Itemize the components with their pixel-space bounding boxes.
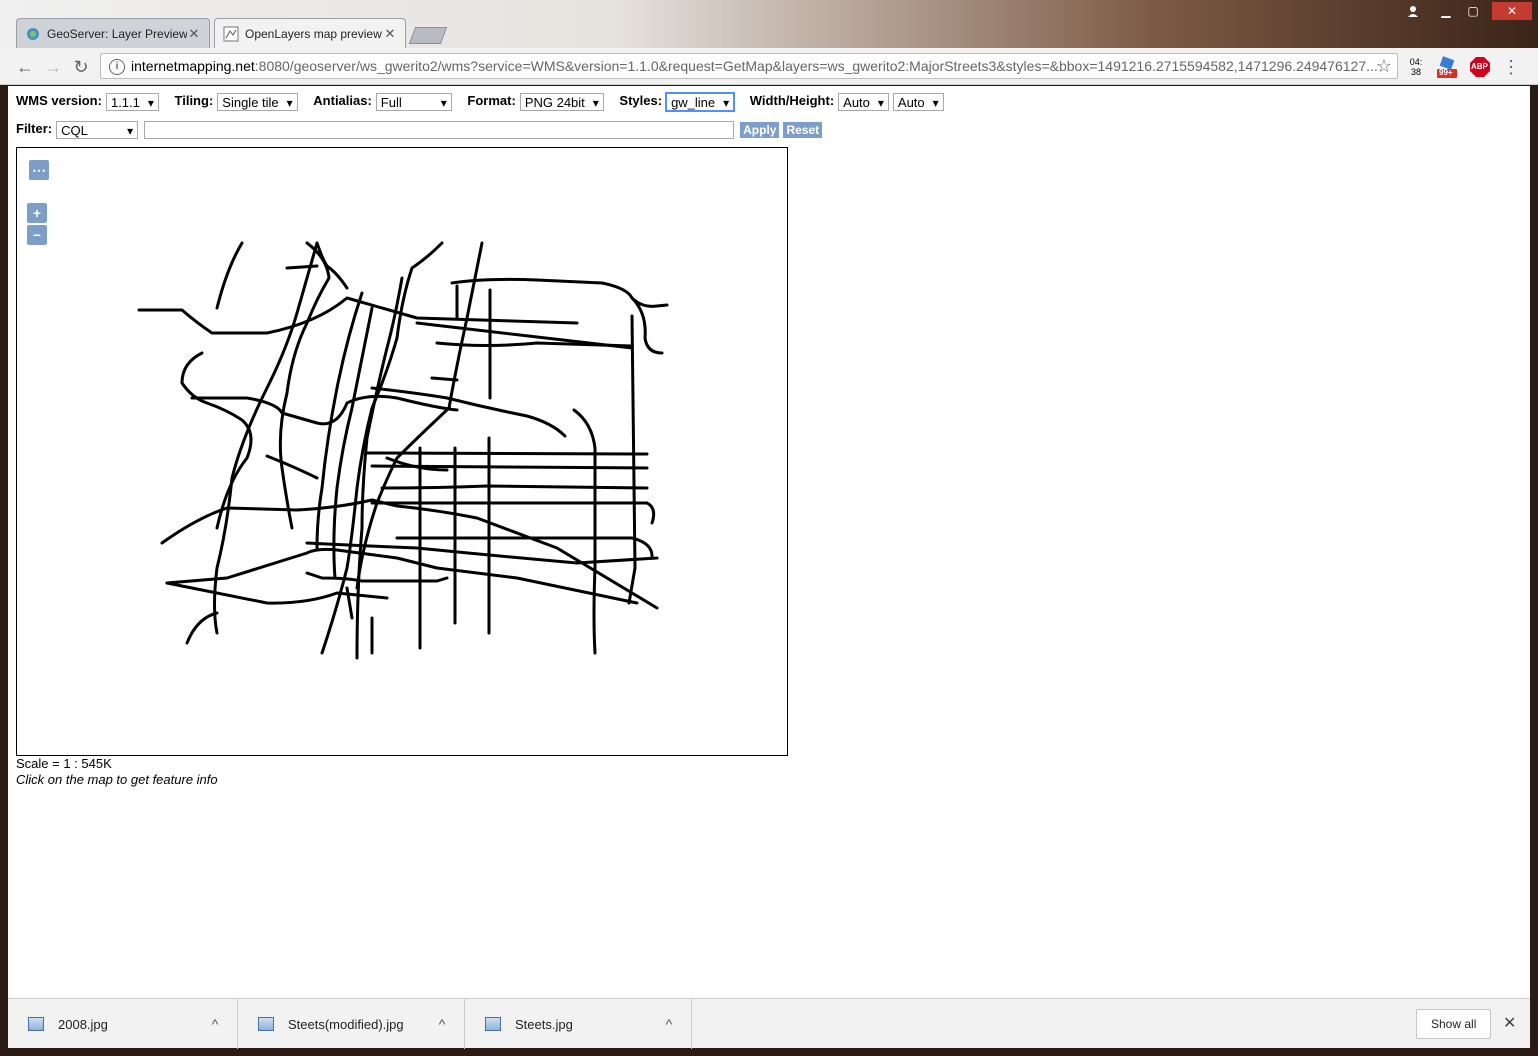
- geoserver-icon: [25, 26, 41, 42]
- extension-badge: 99+: [1439, 68, 1453, 77]
- image-file-icon: [258, 1017, 274, 1031]
- filter-input[interactable]: [144, 121, 735, 139]
- reload-icon[interactable]: ↻: [70, 56, 92, 78]
- image-file-icon: [485, 1017, 501, 1031]
- address-bar[interactable]: i internetmapping.net:8080/geoserver/ws_g…: [100, 53, 1398, 79]
- download-item[interactable]: 2008.jpg ^: [8, 999, 238, 1049]
- format-select[interactable]: PNG 24bit: [519, 93, 604, 112]
- download-item[interactable]: Steets(modified).jpg ^: [238, 999, 465, 1049]
- filter-type-select[interactable]: CQL: [56, 121, 139, 140]
- tab-label: GeoServer: Layer Preview: [47, 26, 187, 41]
- download-filename: 2008.jpg: [58, 1016, 108, 1032]
- browser-toolbar: ← → ↻ i internetmapping.net:8080/geoserve…: [0, 48, 1538, 85]
- download-filename: Steets(modified).jpg: [288, 1016, 404, 1032]
- page-content: WMS version:1.1.1 Tiling:Single tile Ant…: [8, 86, 1530, 998]
- wms-version-select[interactable]: 1.1.1: [105, 93, 159, 112]
- new-tab-button[interactable]: [408, 27, 448, 44]
- forward-icon[interactable]: →: [42, 56, 64, 78]
- extension-icon[interactable]: 99+: [1436, 56, 1458, 78]
- chevron-up-icon[interactable]: ^: [659, 1016, 679, 1032]
- wms-version-label: WMS version:: [16, 93, 102, 109]
- map-viewport[interactable]: ⋯ + −: [16, 147, 788, 756]
- height-select[interactable]: Auto: [892, 93, 944, 112]
- tab-openlayers-map-preview[interactable]: OpenLayers map preview ✕: [214, 18, 406, 48]
- close-icon[interactable]: ✕: [187, 26, 201, 42]
- adblock-icon[interactable]: ABP: [1469, 56, 1491, 78]
- chevron-up-icon[interactable]: ^: [205, 1016, 225, 1032]
- feature-info-hint: Click on the map to get feature info: [16, 772, 218, 787]
- format-label: Format:: [467, 93, 516, 109]
- options-row: WMS version:1.1.1 Tiling:Single tile Ant…: [16, 92, 956, 112]
- width-height-label: Width/Height:: [749, 93, 835, 109]
- download-filename: Steets.jpg: [515, 1016, 573, 1032]
- chevron-up-icon[interactable]: ^: [432, 1016, 452, 1032]
- minimize-icon[interactable]: ▁: [1433, 2, 1459, 20]
- profile-icon[interactable]: [1400, 2, 1426, 20]
- scale-text: Scale = 1 : 545K: [16, 756, 112, 771]
- styles-label: Styles:: [619, 93, 663, 109]
- download-item[interactable]: Steets.jpg ^: [465, 999, 692, 1049]
- width-select[interactable]: Auto: [838, 93, 889, 112]
- filter-label: Filter:: [16, 121, 53, 137]
- title-bar: GeoServer: Layer Preview ✕ OpenLayers ma…: [0, 0, 1538, 48]
- download-shelf: 2008.jpg ^ Steets(modified).jpg ^ Steets…: [8, 998, 1530, 1049]
- apply-button[interactable]: Apply: [740, 122, 780, 138]
- filter-row: Filter:CQL ApplyReset: [16, 121, 826, 140]
- tiling-select[interactable]: Single tile: [217, 93, 298, 112]
- close-icon[interactable]: ✕: [1503, 1013, 1516, 1033]
- street-layer: [137, 241, 669, 660]
- url-path: :8080/geoserver/ws_gwerito2/wms?service=…: [254, 58, 1378, 74]
- info-icon[interactable]: i: [109, 59, 125, 76]
- menu-icon[interactable]: ⋮: [1500, 56, 1522, 78]
- star-icon[interactable]: ☆: [1373, 55, 1395, 77]
- close-icon[interactable]: ✕: [383, 26, 397, 42]
- close-window-icon[interactable]: ✕: [1492, 2, 1532, 20]
- maximize-icon[interactable]: ▢: [1460, 2, 1486, 20]
- styles-select[interactable]: gw_line: [665, 92, 736, 112]
- tiling-label: Tiling:: [174, 93, 214, 109]
- reset-button[interactable]: Reset: [783, 122, 823, 138]
- tab-geoserver-layer-preview[interactable]: GeoServer: Layer Preview ✕: [16, 18, 210, 48]
- show-all-button[interactable]: Show all: [1416, 1009, 1492, 1039]
- back-icon[interactable]: ←: [14, 56, 36, 78]
- antialias-label: Antialias:: [313, 93, 372, 109]
- antialias-select[interactable]: Full: [375, 93, 452, 112]
- adblock-label: ABP: [1471, 62, 1488, 71]
- tab-label: OpenLayers map preview: [245, 26, 382, 41]
- image-file-icon: [28, 1017, 44, 1031]
- page-icon: [223, 26, 239, 42]
- url-host: internetmapping.net: [131, 58, 255, 74]
- clock-extension[interactable]: 04: 38: [1405, 57, 1427, 79]
